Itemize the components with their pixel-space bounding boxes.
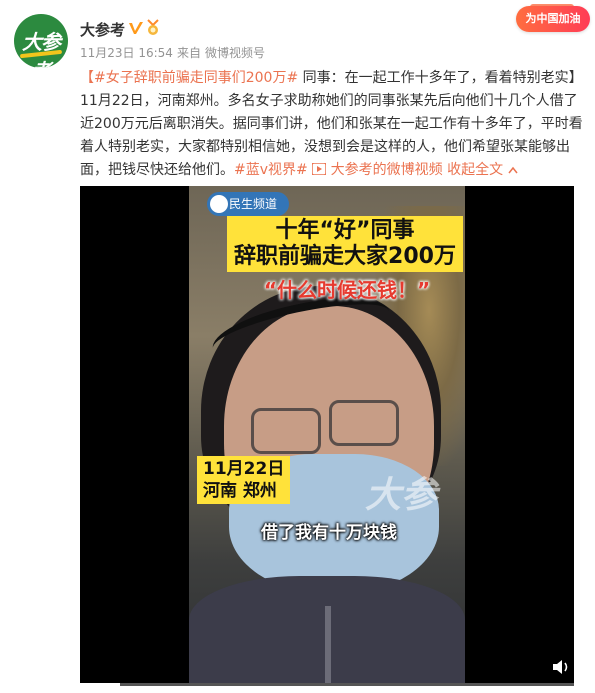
medal-icon — [147, 19, 159, 35]
video-progress-fill — [80, 683, 120, 686]
campaign-badge[interactable]: 为中国加油 — [516, 6, 590, 32]
video-progress-bar[interactable] — [80, 683, 574, 686]
post-meta: 11月23日 16:54 来自 微博视频号 — [80, 44, 269, 61]
video-date-location: 11月22日 河南 郑州 — [197, 456, 291, 504]
post-intro: 同事：在一起工作十多年了，看着特别老实】 — [298, 70, 583, 86]
video-location: 河南 郑州 — [203, 481, 277, 501]
video-headline: 十年“好”同事 辞职前骗走大家200万 — [227, 216, 463, 272]
post-timestamp[interactable]: 11月23日 16:54 — [80, 46, 173, 60]
video-subtitle: “什么时候还钱！” — [263, 278, 431, 302]
sound-icon[interactable] — [551, 658, 571, 676]
video-link[interactable]: 大参考的微博视频 — [311, 162, 443, 178]
avatar-logo-text: 大参考 — [22, 30, 61, 68]
channel-logo: 民生频道 — [207, 192, 289, 216]
video-player[interactable]: 民生频道 十年“好”同事 辞职前骗走大家200万 “什么时候还钱！” 11月22… — [80, 186, 574, 686]
glasses-right-lens — [329, 400, 399, 446]
video-caption: 借了我有十万块钱 — [261, 523, 397, 543]
source-prefix: 来自 — [176, 46, 201, 60]
author-name[interactable]: 大参考 — [80, 19, 125, 40]
glasses-left-lens — [251, 408, 321, 454]
video-headline-line-1: 十年“好”同事 — [275, 218, 415, 243]
video-play-icon — [311, 162, 327, 176]
video-frame[interactable]: 民生频道 十年“好”同事 辞职前骗走大家200万 “什么时候还钱！” 11月22… — [189, 186, 465, 686]
collapse-label: 收起全文 — [442, 162, 504, 178]
collapse-link[interactable]: 收起全文 — [443, 162, 518, 178]
video-headline-line-2: 辞职前骗走大家200万 — [234, 244, 456, 269]
avatar[interactable]: 大参考 — [14, 14, 68, 68]
video-watermark: 大参 — [365, 474, 438, 516]
jacket-zipper — [325, 606, 331, 686]
post-source[interactable]: 微博视频号 — [205, 46, 265, 60]
chevron-up-icon — [507, 166, 518, 174]
video-date: 11月22日 — [203, 459, 285, 479]
hashtag-link[interactable]: 【#女子辞职前骗走同事们200万# — [80, 70, 298, 86]
post-text: 【#女子辞职前骗走同事们200万# 同事：在一起工作十多年了，看着特别老实】 1… — [80, 67, 585, 182]
video-link-label: 大参考的微博视频 — [326, 162, 443, 178]
verified-v-icon — [129, 22, 143, 34]
hashtag-lanv[interactable]: #蓝v视界# — [234, 162, 308, 178]
